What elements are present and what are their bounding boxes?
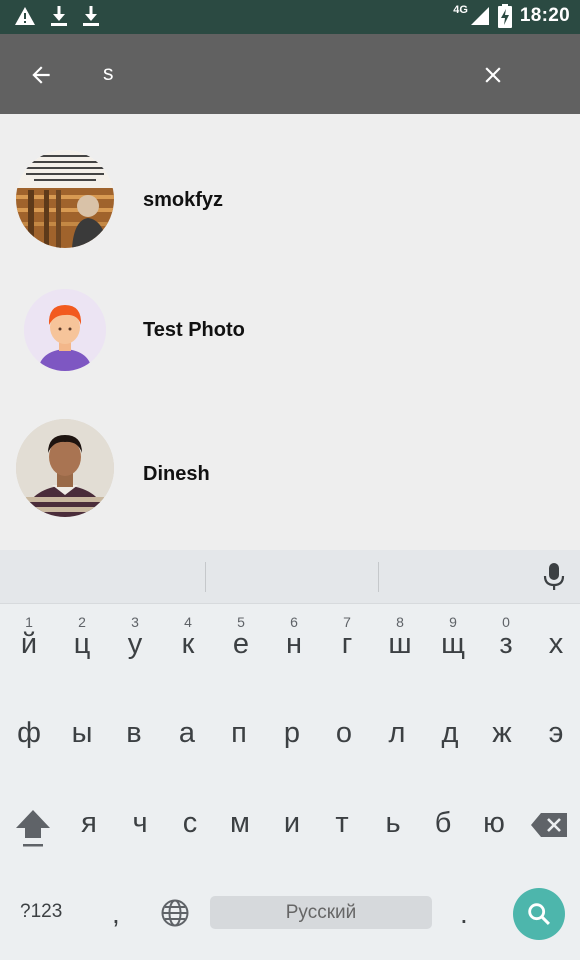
key-row2-11[interactable]: э	[530, 550, 580, 749]
clock: 18:20	[519, 5, 570, 26]
network-type: 4G	[453, 4, 468, 16]
search-results-list: smokfyz Test Photo Dinesh	[0, 114, 580, 550]
key-char: м	[230, 807, 250, 839]
contact-name: smokfyz	[143, 188, 224, 211]
shift-arrow-icon	[16, 810, 50, 847]
key-char: ф	[17, 717, 41, 749]
backspace-key[interactable]	[530, 812, 570, 842]
key-char: ч	[132, 807, 148, 839]
search-input[interactable]: s	[103, 62, 114, 86]
key-char: у	[127, 628, 143, 660]
clear-search-button[interactable]	[476, 58, 510, 92]
soft-keyboard: 1й2ц3у4к5е6н7г8ш9щ0зх фывапролджэ ячсмит…	[0, 550, 580, 960]
language-key[interactable]	[160, 898, 190, 933]
key-char: ц	[73, 628, 91, 660]
avatar	[16, 150, 114, 248]
key-char: а	[178, 717, 196, 749]
key-char: ь	[385, 807, 401, 839]
key-char: ю	[483, 807, 505, 839]
back-button[interactable]	[24, 58, 58, 92]
space-key[interactable]: Русский	[210, 896, 432, 929]
key-char: ы	[71, 717, 93, 749]
contact-name: Test Photo	[143, 318, 245, 341]
key-char: р	[283, 717, 301, 749]
key-char: к	[181, 628, 195, 660]
key-char: б	[434, 807, 452, 839]
key-row3-9[interactable]: ю	[468, 550, 520, 839]
close-icon	[485, 67, 501, 83]
key-row3-1[interactable]: я	[63, 550, 115, 839]
download-icon	[83, 6, 99, 26]
period-key[interactable]: .	[460, 898, 468, 930]
shift-key[interactable]	[14, 808, 54, 858]
warning-icon	[15, 7, 35, 25]
key-char: и	[283, 807, 301, 839]
battery-charging-icon	[497, 4, 512, 28]
key-row3-2[interactable]: ч	[114, 550, 166, 839]
key-char: п	[231, 717, 247, 749]
key-char: щ	[441, 628, 465, 660]
key-char: в	[126, 717, 142, 749]
key-row3-3[interactable]: с	[164, 550, 216, 839]
key-char: я	[81, 807, 97, 839]
key-char: д	[441, 717, 459, 749]
download-icon	[51, 6, 67, 26]
key-char: э	[548, 717, 564, 749]
search-action-key[interactable]	[513, 888, 565, 940]
key-char: г	[341, 628, 353, 660]
avatar	[16, 419, 114, 517]
key-char: ж	[492, 717, 512, 749]
status-bar: 4G 18:20	[0, 0, 580, 34]
key-row3-8[interactable]: б	[417, 550, 469, 839]
key-row2-1[interactable]: ф	[3, 550, 55, 749]
key-row3-7[interactable]: ь	[367, 550, 419, 839]
key-row3-4[interactable]: м	[214, 550, 266, 839]
key-char: н	[285, 628, 302, 660]
symbols-key[interactable]: ?123	[20, 901, 62, 923]
key-char: х	[548, 628, 564, 660]
key-char: ш	[388, 628, 412, 660]
key-char: о	[335, 717, 353, 749]
arrow-back-icon	[32, 66, 50, 84]
signal-icon	[470, 7, 489, 25]
list-item[interactable]: Dinesh	[0, 409, 580, 539]
key-char: с	[182, 807, 198, 839]
key-char: л	[388, 717, 406, 749]
key-row3-5[interactable]: и	[266, 550, 318, 839]
list-item[interactable]: smokfyz	[0, 133, 580, 263]
globe-icon	[161, 899, 189, 927]
search-icon	[528, 903, 550, 925]
avatar	[24, 289, 106, 371]
backspace-icon	[531, 813, 567, 837]
key-char: й	[20, 628, 38, 660]
list-item[interactable]: Test Photo	[0, 271, 580, 401]
key-char: е	[232, 628, 250, 660]
key-char: з	[499, 628, 513, 660]
search-toolbar: s	[0, 34, 580, 114]
comma-key[interactable]: ,	[112, 898, 120, 930]
contact-name: Dinesh	[143, 462, 210, 485]
key-row3-6[interactable]: т	[316, 550, 368, 839]
key-char: т	[335, 807, 349, 839]
